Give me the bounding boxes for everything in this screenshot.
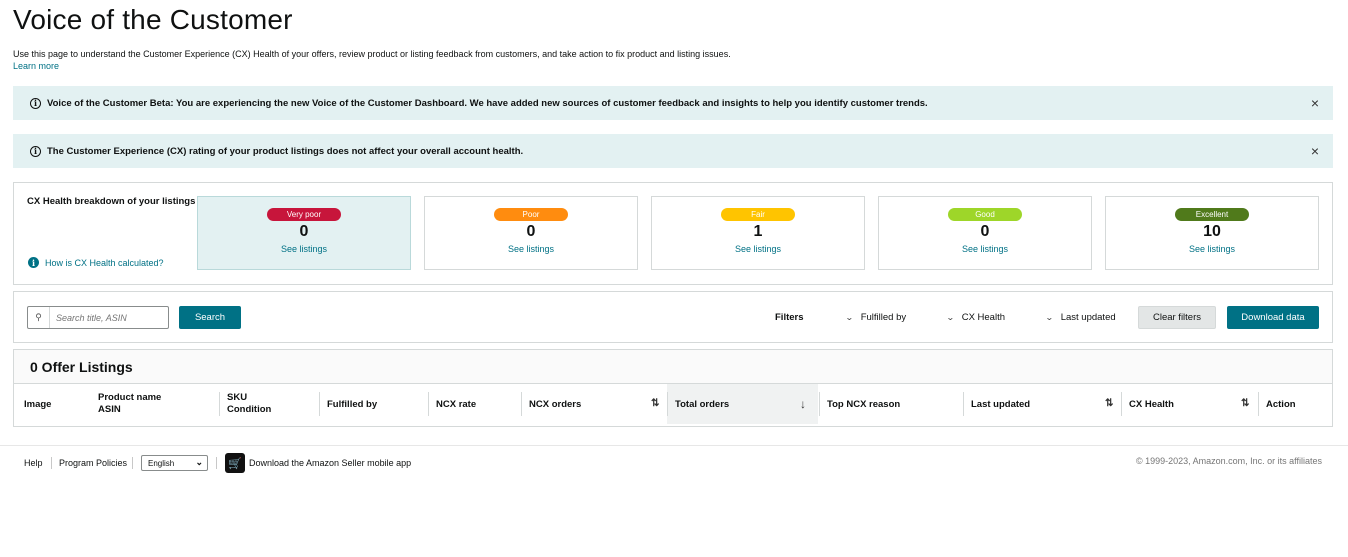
info-icon: i xyxy=(30,97,41,109)
see-listings-link[interactable]: See listings xyxy=(879,244,1091,254)
column-last-updated[interactable]: Last updated ⇅ xyxy=(963,384,1120,424)
column-fulfilled-by: Fulfilled by xyxy=(319,384,427,424)
sort-icon[interactable]: ⇅ xyxy=(651,398,659,409)
chevron-down-icon: ⌄ xyxy=(195,457,203,467)
rating-count: 10 xyxy=(1203,223,1221,240)
column-label: Image xyxy=(24,398,52,410)
info-icon: i xyxy=(30,145,41,157)
column-label: Fulfilled by xyxy=(327,398,378,410)
filter-label: CX Health xyxy=(961,312,1006,323)
chevron-down-icon: ⌄ xyxy=(1044,313,1054,322)
page-description: Use this page to understand the Customer… xyxy=(13,49,731,59)
copyright-text: © 1999-2023, Amazon.com, Inc. or its aff… xyxy=(1135,456,1322,466)
see-listings-link[interactable]: See listings xyxy=(198,244,410,254)
search-input[interactable] xyxy=(50,312,162,323)
download-data-button[interactable]: Download data xyxy=(1227,306,1319,329)
rating-badge: Good xyxy=(948,208,1022,221)
filter-cx-health[interactable]: ⌄ CX Health xyxy=(945,312,1006,323)
see-listings-link[interactable]: See listings xyxy=(425,244,637,254)
footer-divider xyxy=(0,445,1348,446)
cx-card-poor[interactable]: Poor 0 See listings xyxy=(424,196,638,270)
page-title: Voice of the Customer xyxy=(13,4,293,35)
rating-badge: Fair xyxy=(721,208,795,221)
rating-count: 0 xyxy=(526,223,536,240)
cx-card-very-poor[interactable]: Very poor 0 See listings xyxy=(197,196,411,270)
column-sublabel: Condition xyxy=(227,404,272,415)
search-button[interactable]: Search xyxy=(179,306,241,329)
search-toolbar: ⚲ Search Filters ⌄ Fulfilled by ⌄ CX Hea… xyxy=(13,291,1333,343)
column-ncx-orders[interactable]: NCX orders ⇅ xyxy=(521,384,667,424)
cx-health-panel: CX Health breakdown of your listings i H… xyxy=(13,182,1333,285)
clear-filters-button[interactable]: Clear filters xyxy=(1138,306,1216,329)
column-label: Last updated xyxy=(971,398,1031,410)
close-icon[interactable]: × xyxy=(1311,95,1319,111)
filter-fulfilled-by[interactable]: ⌄ Fulfilled by xyxy=(844,312,907,323)
rating-count: 0 xyxy=(299,223,309,240)
alert-message: The Customer Experience (CX) rating of y… xyxy=(47,145,524,157)
rating-badge: Poor xyxy=(494,208,568,221)
column-image: Image xyxy=(16,384,88,424)
column-label: NCX orders xyxy=(529,398,582,410)
cx-breakdown-label: CX Health breakdown of your listings xyxy=(27,196,196,207)
column-label: Top NCX reason xyxy=(827,398,901,410)
learn-more-link[interactable]: Learn more xyxy=(13,61,59,71)
filter-label: Last updated xyxy=(1060,312,1116,323)
cx-card-fair[interactable]: Fair 1 See listings xyxy=(651,196,865,270)
rating-count: 1 xyxy=(753,223,763,240)
help-link[interactable]: Help xyxy=(24,458,43,468)
column-label: NCX rate xyxy=(436,398,477,410)
sort-icon[interactable]: ⇅ xyxy=(1241,398,1249,409)
cx-card-excellent[interactable]: Excellent 10 See listings xyxy=(1105,196,1319,270)
footer-separator xyxy=(132,457,133,469)
cx-help-text[interactable]: How is CX Health calculated? xyxy=(45,258,164,268)
program-policies-link[interactable]: Program Policies xyxy=(59,458,127,468)
column-ncx-rate: NCX rate xyxy=(428,384,520,424)
column-label: CX Health xyxy=(1129,398,1174,410)
sort-descending-icon[interactable]: ↓ xyxy=(800,397,806,411)
close-icon[interactable]: × xyxy=(1311,143,1319,159)
search-box[interactable]: ⚲ xyxy=(27,306,169,329)
column-label: SKU xyxy=(227,392,248,403)
rating-badge: Very poor xyxy=(267,208,341,221)
column-sublabel: ASIN xyxy=(98,404,121,415)
filters-label: Filters xyxy=(775,312,804,323)
chevron-down-icon: ⌄ xyxy=(945,313,955,322)
column-cx-health[interactable]: CX Health ⇅ xyxy=(1121,384,1257,424)
beta-alert: i Voice of the Customer Beta: You are ex… xyxy=(13,86,1333,120)
chevron-down-icon: ⌄ xyxy=(844,313,854,322)
footer-separator xyxy=(51,457,52,469)
column-action: Action xyxy=(1258,384,1330,424)
cx-help-link[interactable]: i How is CX Health calculated? xyxy=(28,257,164,268)
column-label: Total orders xyxy=(675,398,730,410)
filter-last-updated[interactable]: ⌄ Last updated xyxy=(1044,312,1116,323)
sort-icon[interactable]: ⇅ xyxy=(1105,398,1113,409)
column-label: Action xyxy=(1266,398,1296,410)
listings-table: 0 Offer Listings Image Product name ASIN… xyxy=(13,349,1333,427)
table-header: Image Product name ASIN SKU Condition Fu… xyxy=(14,384,1332,424)
rating-count: 0 xyxy=(980,223,990,240)
info-icon: i xyxy=(28,257,39,268)
rating-badge: Excellent xyxy=(1175,208,1249,221)
download-app-link[interactable]: Download the Amazon Seller mobile app xyxy=(249,458,411,468)
see-listings-link[interactable]: See listings xyxy=(1106,244,1318,254)
column-sku: SKU Condition xyxy=(219,384,317,424)
column-label: Product name xyxy=(98,392,162,403)
listings-heading: 0 Offer Listings xyxy=(14,350,1332,384)
column-top-ncx-reason: Top NCX reason xyxy=(819,384,963,424)
seller-app-icon[interactable]: 🛒 xyxy=(225,453,245,473)
filter-label: Fulfilled by xyxy=(860,312,907,323)
language-select[interactable]: English ⌄ xyxy=(141,455,208,471)
account-health-alert: i The Customer Experience (CX) rating of… xyxy=(13,134,1333,168)
column-product-name: Product name ASIN xyxy=(90,384,216,424)
footer-separator xyxy=(216,457,217,469)
cx-card-good[interactable]: Good 0 See listings xyxy=(878,196,1092,270)
alert-message: Voice of the Customer Beta: You are expe… xyxy=(47,97,928,109)
language-value: English xyxy=(148,458,175,468)
see-listings-link[interactable]: See listings xyxy=(652,244,864,254)
column-total-orders[interactable]: Total orders ↓ xyxy=(667,384,818,424)
search-icon: ⚲ xyxy=(28,307,50,328)
